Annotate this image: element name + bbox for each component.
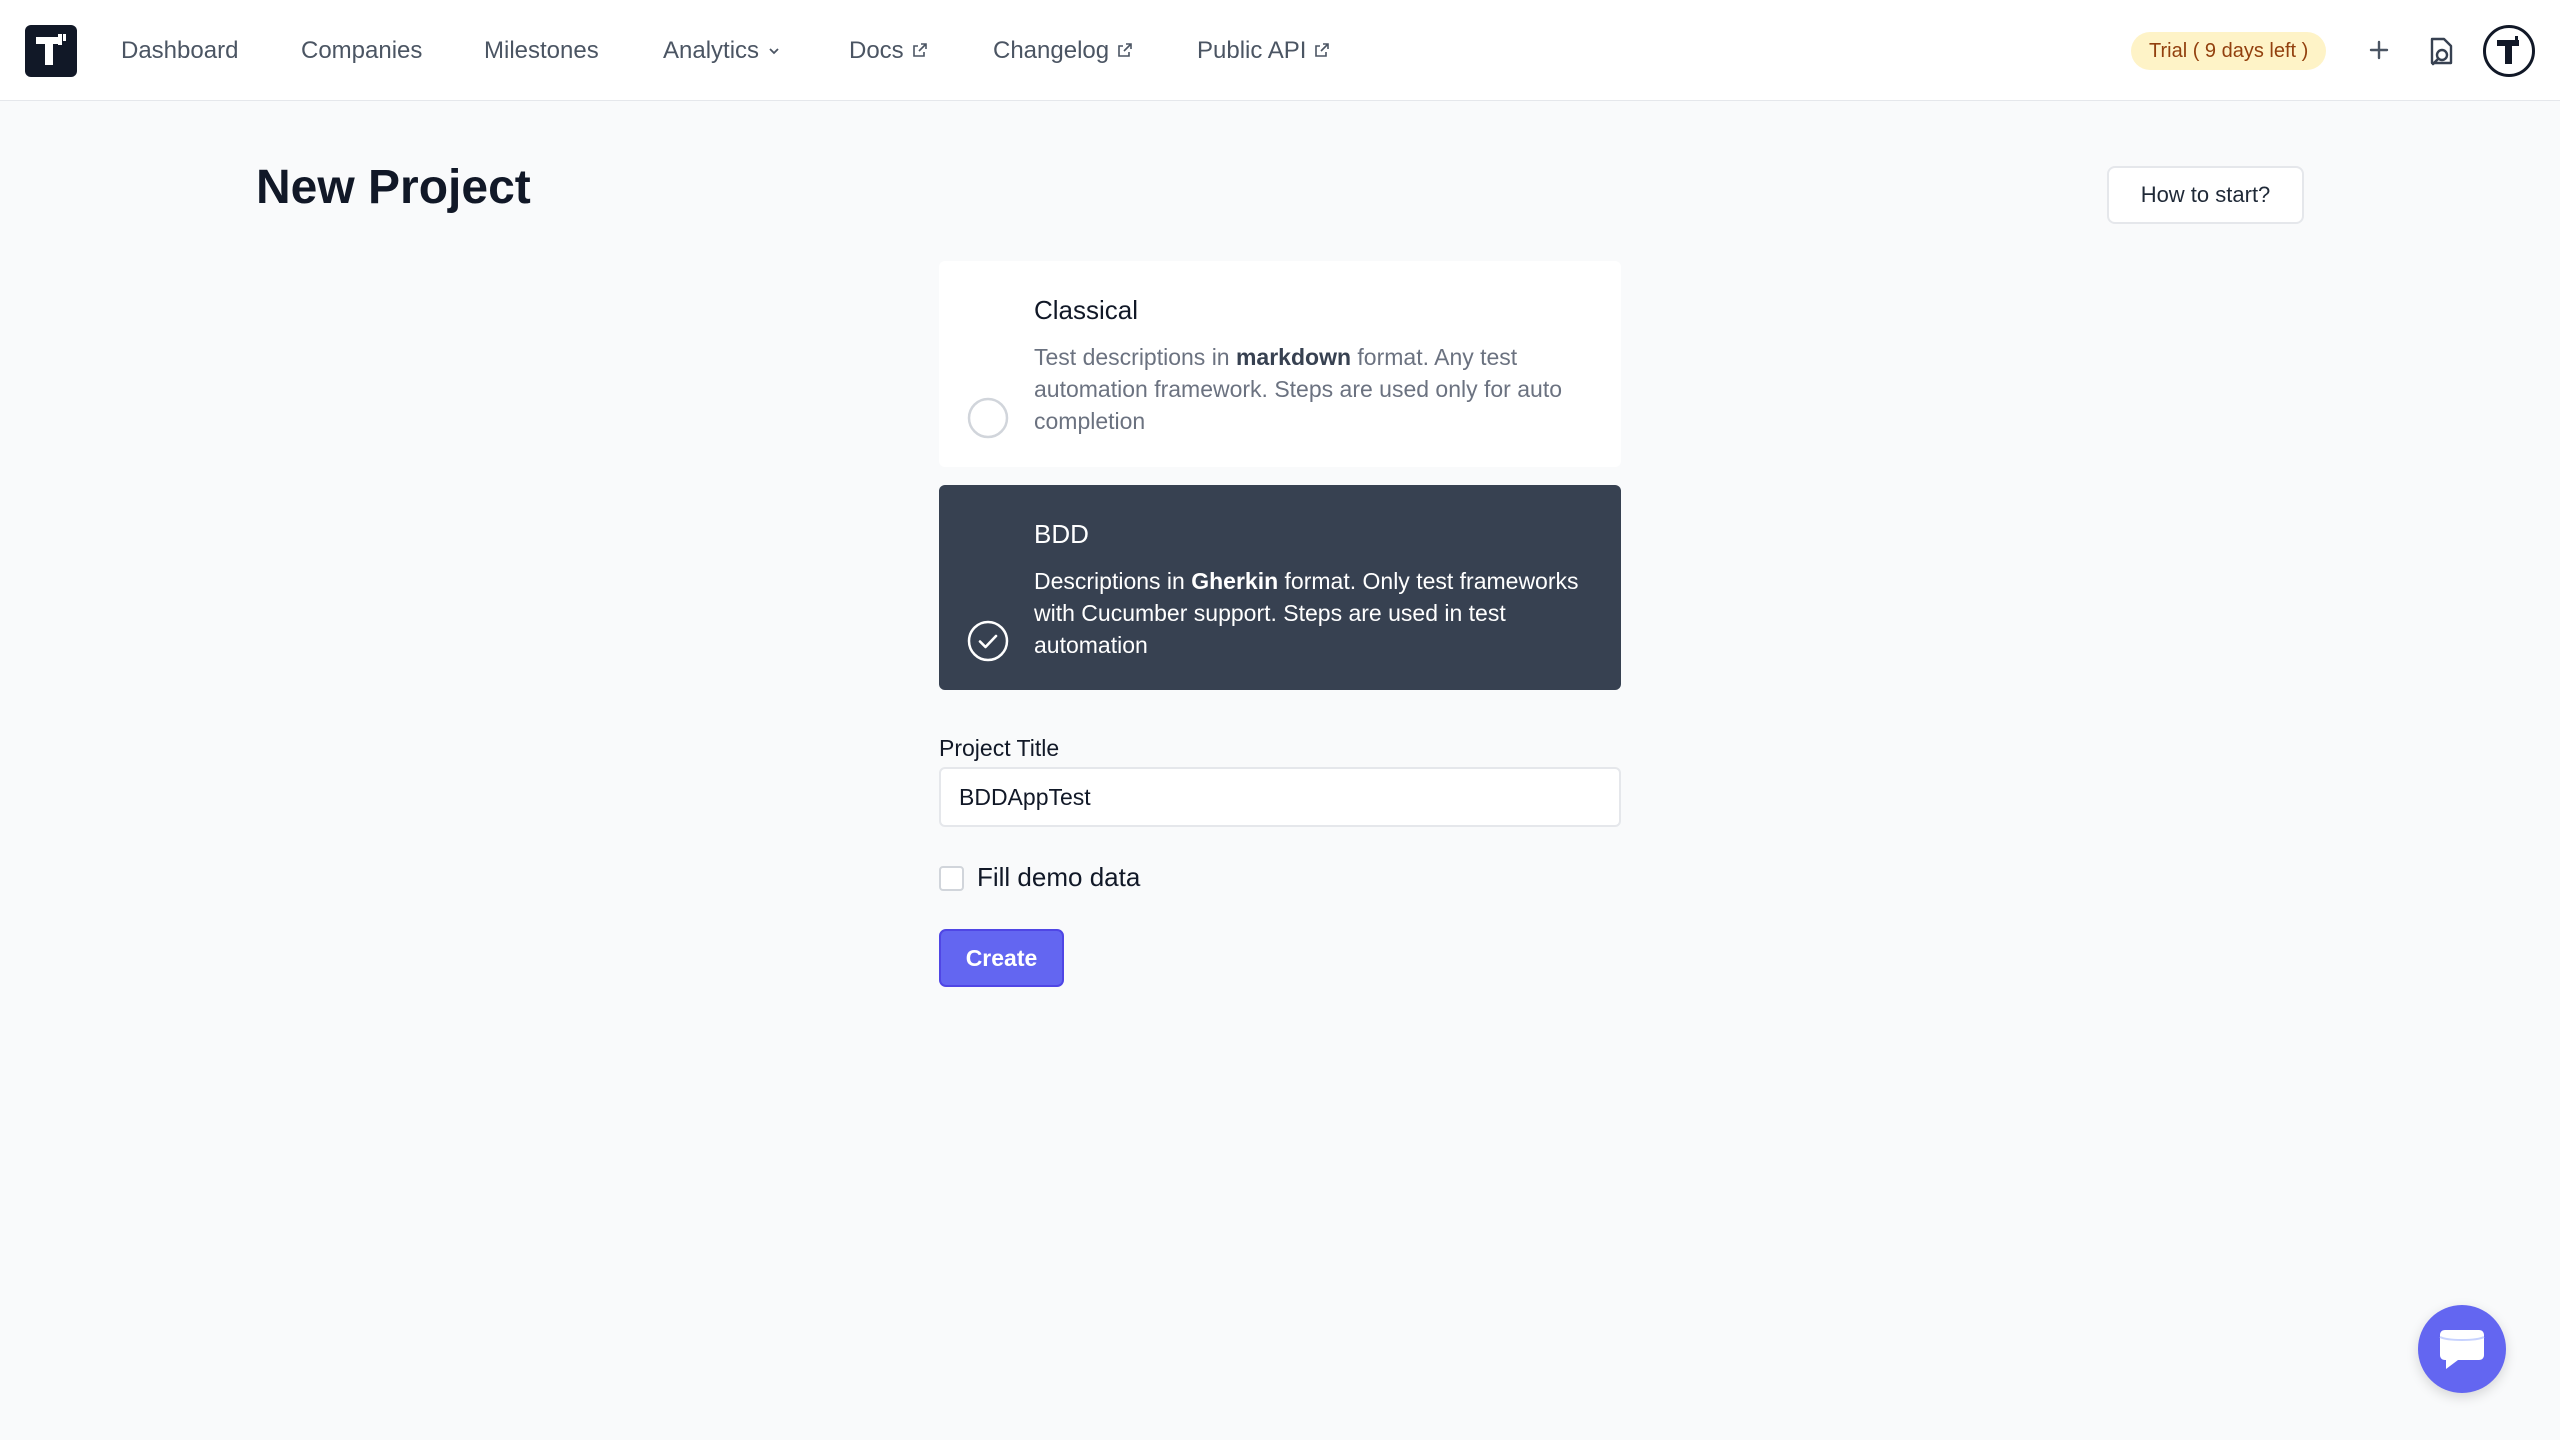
project-title-input[interactable] (939, 767, 1621, 827)
external-link-icon (1117, 0, 1133, 101)
external-link-icon (912, 0, 928, 101)
classical-description: Test descriptions in markdown format. An… (1034, 341, 1594, 437)
fill-demo-data-label[interactable]: Fill demo data (977, 862, 1140, 893)
nav-public-api[interactable]: Public API (1197, 0, 1330, 101)
check-circle-icon[interactable] (967, 620, 1009, 662)
project-type-classical[interactable]: Classical Test descriptions in markdown … (939, 261, 1621, 467)
nav-companies-label: Companies (301, 37, 423, 64)
chevron-down-icon (767, 0, 781, 101)
bdd-title: BDD (1034, 519, 1089, 549)
plus-icon[interactable] (2362, 33, 2396, 67)
document-search-icon[interactable] (2424, 33, 2458, 69)
nav-docs[interactable]: Docs (849, 0, 928, 101)
page-title: New Project (256, 161, 531, 214)
nav-dashboard[interactable]: Dashboard (121, 0, 238, 101)
nav-changelog-label: Changelog (993, 37, 1110, 64)
testomatio-logo-icon[interactable] (25, 25, 77, 77)
bdd-desc-text: Descriptions in (1034, 568, 1192, 594)
how-to-start-button[interactable]: How to start? (2107, 166, 2304, 224)
nav-companies[interactable]: Companies (301, 0, 422, 101)
user-avatar[interactable] (2483, 25, 2535, 77)
project-title-label: Project Title (939, 735, 1060, 761)
create-button[interactable]: Create (939, 929, 1064, 987)
fill-demo-data-checkbox[interactable] (939, 866, 964, 891)
classical-title: Classical (1034, 295, 1139, 325)
nav-milestones[interactable]: Milestones (484, 0, 599, 101)
classical-desc-bold: markdown (1235, 344, 1352, 370)
bdd-description: Descriptions in Gherkin format. Only tes… (1034, 565, 1594, 661)
bdd-desc-bold: Gherkin (1191, 568, 1279, 594)
external-link-icon (1314, 0, 1330, 101)
nav-milestones-label: Milestones (484, 37, 599, 64)
radio-unchecked-icon[interactable] (967, 397, 1009, 439)
nav-analytics-label: Analytics (663, 37, 760, 64)
classical-desc-text: Test descriptions in (1034, 344, 1236, 370)
trial-badge[interactable]: Trial ( 9 days left ) (2131, 32, 2327, 70)
top-navbar: Dashboard Companies Milestones Analytics… (0, 0, 2560, 101)
chat-support-icon[interactable] (2418, 1305, 2506, 1393)
nav-dashboard-label: Dashboard (121, 37, 239, 64)
nav-analytics[interactable]: Analytics (663, 0, 781, 101)
project-type-bdd[interactable]: BDD Descriptions in Gherkin format. Only… (939, 485, 1621, 690)
nav-changelog[interactable]: Changelog (993, 0, 1133, 101)
nav-docs-label: Docs (849, 37, 904, 64)
nav-public-api-label: Public API (1197, 37, 1307, 64)
